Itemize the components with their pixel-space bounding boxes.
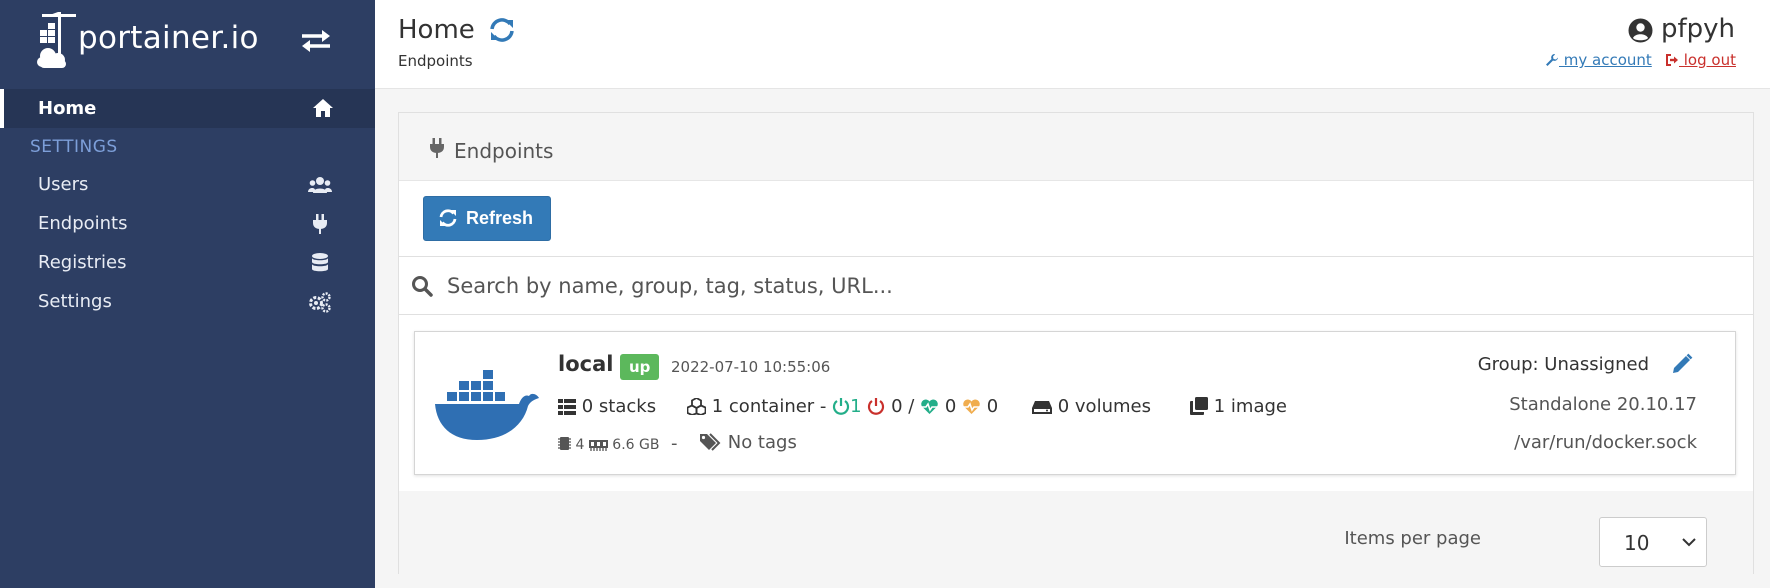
status-badge: up [620,354,660,380]
exchange-icon[interactable] [300,28,332,54]
sidebar-item-home[interactable]: Home [0,89,375,128]
plug-icon [313,214,327,234]
username: pfpyh [1661,14,1736,44]
home-icon [313,99,333,117]
stacks-label: 0 stacks [581,396,657,417]
chevron-down-icon [1682,538,1696,547]
database-icon [312,253,328,272]
endpoint-name: local [558,352,614,376]
endpoint-timestamp: 2022-07-10 10:55:06 [671,358,831,376]
sign-out-icon [1666,54,1678,66]
endpoints-panel: Endpoints Refresh Search by name, group,… [398,112,1754,575]
page-header: Home Endpoints pfpyh my account log out [375,0,1770,89]
refresh-button-label: Refresh [466,208,534,228]
sidebar-item-label: Endpoints [38,213,128,234]
refresh-button[interactable]: Refresh [423,196,551,241]
endpoint-resources: 4 6.6 GB [558,436,659,453]
sidebar-item-label: Home [38,98,97,119]
stopped-count: 0 [891,396,903,417]
healthy-count: 0 [944,396,957,417]
my-account-label: my account [1559,51,1652,69]
user-circle-icon [1628,18,1653,43]
docker-logo-icon [435,370,539,440]
refresh-icon[interactable] [488,16,516,44]
endpoint-tags: No tags [700,432,797,453]
containers-label: 1 container - [711,396,827,417]
endpoint-url: /var/run/docker.sock [1514,432,1697,453]
panel-header: Endpoints [399,113,1753,181]
sidebar-item-endpoints[interactable]: Endpoints [0,206,375,242]
pagination-footer: Items per page 10 [399,491,1753,575]
page-title: Home [398,15,475,45]
search-input[interactable] [447,267,1727,305]
users-icon [308,177,332,193]
clone-icon [1190,397,1208,415]
running-count: 1 [850,396,862,417]
memory-size: 6.6 GB [612,437,660,453]
tags-label: No tags [727,432,797,453]
sidebar-item-registries[interactable]: Registries [0,245,375,281]
logout-link[interactable]: log out [1665,51,1736,69]
resources-dash: - [671,433,678,454]
volumes-label: 0 volumes [1057,396,1151,417]
sidebar-item-label: Settings [38,291,112,312]
logout-label: log out [1679,51,1736,69]
plug-icon [430,138,444,158]
search-icon [412,276,433,297]
count-separator: / [908,396,915,417]
hdd-icon [1032,401,1052,414]
stacks-count: 0 stacks [558,396,656,417]
memory-icon [588,440,608,451]
heartbeat-healthy-icon [921,399,939,414]
sidebar-item-settings[interactable]: Settings [0,284,375,320]
breadcrumb: Endpoints [398,52,473,70]
endpoint-group: Group: Unassigned [1477,354,1649,375]
tags-icon [700,433,721,451]
volumes-count: 0 volumes [1032,396,1151,417]
heartbeat-unhealthy-icon [963,399,980,414]
microchip-icon [558,437,571,450]
refresh-icon [439,209,457,227]
sidebar-item-label: Users [38,174,89,195]
unhealthy-count: 0 [986,396,999,417]
power-running-icon [833,398,850,415]
wrench-icon [1546,54,1558,66]
items-per-page-label: Items per page [1344,528,1481,549]
portainer-logo-icon [37,12,76,68]
endpoint-version: Standalone 20.10.17 [1509,394,1697,415]
sidebar-item-label: Registries [38,252,127,273]
power-stopped-icon [868,398,885,415]
pencil-icon[interactable] [1671,353,1693,375]
items-per-page-value: 10 [1624,531,1650,555]
sidebar: portainer.io Home SETTINGS Users Endpoin… [0,0,375,588]
cogs-icon [309,292,331,313]
cpu-count: 4 [575,437,585,453]
items-per-page-select[interactable]: 10 [1599,517,1707,567]
search-bar [399,256,1753,315]
panel-title: Endpoints [454,139,554,163]
my-account-link[interactable]: my account [1545,51,1652,69]
images-label: 1 image [1213,396,1287,417]
settings-heading: SETTINGS [30,137,118,157]
cubes-icon [686,396,707,416]
endpoint-card[interactable]: local up 2022-07-10 10:55:06 0 stacks 1 … [414,331,1736,475]
logo[interactable]: portainer.io [36,8,336,74]
images-count: 1 image [1190,396,1287,417]
sidebar-item-users[interactable]: Users [0,167,375,203]
logo-text: portainer.io [78,20,259,56]
container-summary: 1 container - 1 0 / 0 0 [686,396,999,417]
th-list-icon [558,399,576,415]
